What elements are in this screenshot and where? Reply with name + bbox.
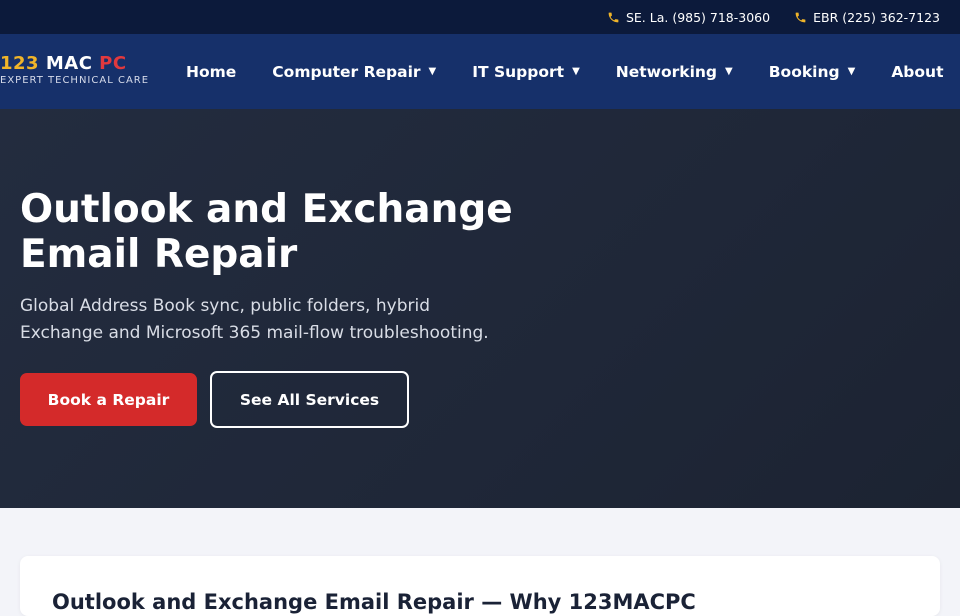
chevron-down-icon: ▼ bbox=[725, 66, 733, 77]
brand-name-part-1: 123 bbox=[0, 53, 40, 74]
hero-subtitle: Global Address Book sync, public folders… bbox=[20, 296, 489, 343]
brand-name-part-2: MAC bbox=[39, 53, 100, 74]
see-all-services-button[interactable]: See All Services bbox=[210, 371, 409, 428]
main-navigation: 123 MAC PC EXPERT TECHNICAL CARE Home Co… bbox=[0, 34, 960, 109]
book-repair-button[interactable]: Book a Repair bbox=[20, 373, 197, 426]
nav-item-it-support[interactable]: IT Support ▼ bbox=[472, 63, 580, 81]
phone-se-la[interactable]: SE. La. (985) 718-3060 bbox=[607, 10, 770, 25]
chevron-down-icon: ▼ bbox=[428, 66, 437, 77]
nav-item-label: About bbox=[891, 62, 944, 81]
chevron-down-icon: ▼ bbox=[572, 66, 580, 77]
nav-item-label: Home bbox=[186, 62, 237, 81]
phone-label: SE. La. (985) 718-3060 bbox=[625, 9, 771, 25]
top-contact-bar: SE. La. (985) 718-3060 EBR (225) 362-712… bbox=[0, 0, 960, 34]
section-heading: Outlook and Exchange Email Repair — Why … bbox=[52, 590, 696, 614]
chevron-down-icon: ▼ bbox=[847, 66, 856, 77]
phone-icon bbox=[795, 12, 806, 22]
nav-item-about[interactable]: About bbox=[891, 63, 943, 81]
hero-title: Outlook and Exchange Email Repair bbox=[20, 187, 513, 277]
hero-section: Outlook and Exchange Email Repair Global… bbox=[0, 109, 960, 508]
phone-icon bbox=[608, 12, 619, 22]
content-card: Outlook and Exchange Email Repair — Why … bbox=[20, 556, 940, 616]
nav-item-label: Computer Repair bbox=[272, 62, 421, 81]
nav-item-networking[interactable]: Networking ▼ bbox=[616, 63, 733, 81]
nav-item-label: Booking bbox=[768, 62, 840, 81]
phone-label: EBR (225) 362-7123 bbox=[813, 9, 940, 25]
brand-logo[interactable]: 123 MAC PC EXPERT TECHNICAL CARE bbox=[0, 55, 149, 86]
brand-name: 123 MAC PC bbox=[0, 55, 149, 73]
brand-name-part-3: PC bbox=[99, 53, 127, 74]
nav-item-label: IT Support bbox=[472, 62, 565, 81]
nav-item-label: Networking bbox=[615, 62, 718, 81]
nav-item-computer-repair[interactable]: Computer Repair ▼ bbox=[272, 63, 436, 81]
nav-item-booking[interactable]: Booking ▼ bbox=[769, 63, 856, 81]
nav-menu: Home Computer Repair ▼ IT Support ▼ Netw… bbox=[186, 34, 960, 109]
phone-ebr[interactable]: EBR (225) 362-7123 bbox=[794, 10, 940, 25]
brand-tagline: EXPERT TECHNICAL CARE bbox=[0, 75, 150, 86]
nav-item-home[interactable]: Home bbox=[186, 63, 236, 81]
